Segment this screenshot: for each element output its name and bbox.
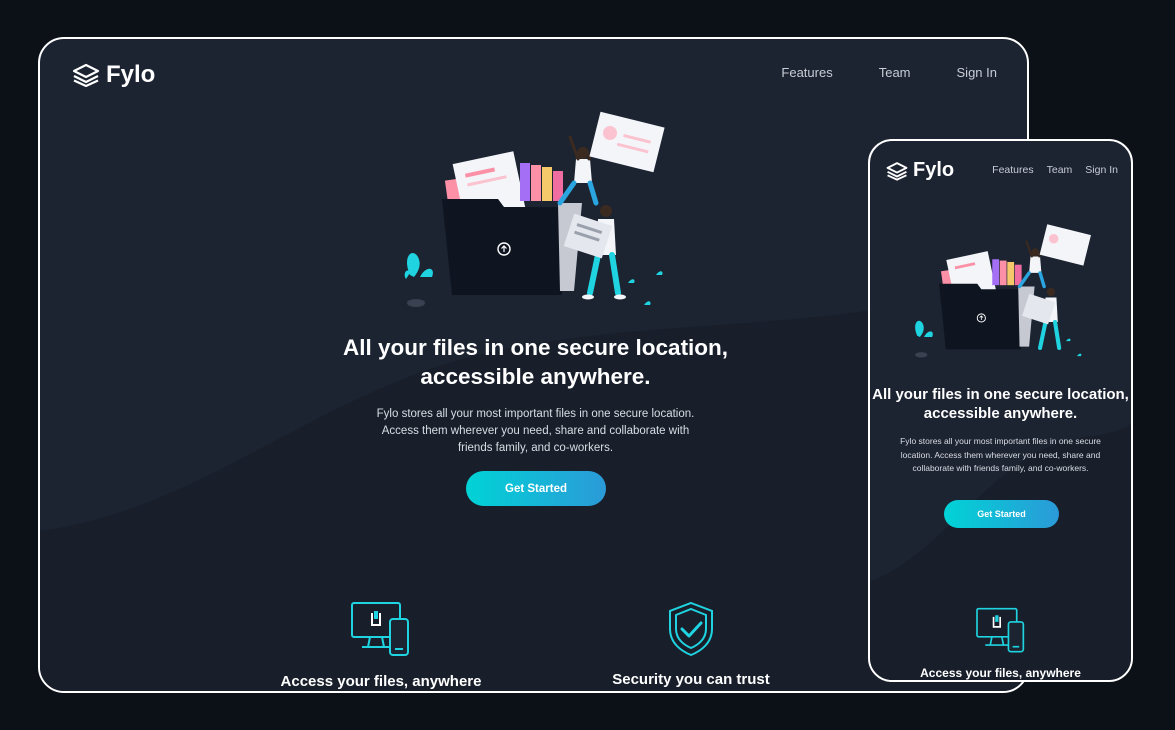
nav-link-features[interactable]: Features — [992, 164, 1033, 176]
main-nav: Features Team Sign In — [979, 164, 1118, 176]
nav-link-team[interactable]: Team — [879, 65, 911, 80]
mobile-mockup: Fylo Features Team Sign In All your file… — [868, 139, 1133, 682]
feature-title: Access your files, anywhere — [920, 666, 1081, 680]
hero-title-line-2: accessible anywhere. — [923, 405, 1078, 422]
hero-illustration — [915, 224, 1091, 358]
hero-title-line-1: All your files in one secure location, — [872, 386, 1129, 403]
feature-access-anywhere: Access your files, anywhere — [890, 607, 1111, 680]
feature-security: Security you can trust — [578, 601, 804, 688]
nav-link-team[interactable]: Team — [1047, 164, 1073, 176]
get-started-button[interactable]: Get Started — [944, 500, 1059, 528]
shield-check-icon — [669, 601, 713, 657]
hero-description: Fylo stores all your most important file… — [900, 436, 1101, 473]
hero-title-line-1: All your files in one secure location, — [342, 335, 729, 360]
hero-description-line-1: Fylo stores all your most important file… — [376, 408, 695, 420]
main-nav: Features Team Sign In — [735, 65, 997, 80]
get-started-button[interactable]: Get Started — [466, 471, 606, 506]
logo[interactable]: Fylo — [886, 159, 954, 182]
hero-description-line-3: friends family, and co-workers. — [457, 442, 614, 454]
hero-description-line-2: Access them wherever you need, share and… — [381, 425, 690, 437]
feature-title: Security you can trust — [612, 671, 770, 688]
hero-illustration — [404, 111, 665, 307]
logo[interactable]: Fylo — [72, 61, 155, 89]
nav-link-features[interactable]: Features — [781, 65, 832, 80]
nav-link-sign-in[interactable]: Sign In — [1085, 164, 1118, 176]
feature-title: Access your files, anywhere — [280, 673, 482, 690]
logo-text: Fylo — [913, 159, 955, 181]
hero-title-line-2: accessible anywhere. — [420, 364, 651, 389]
devices-icon — [351, 602, 409, 656]
hero-description: Fylo stores all your most important file… — [366, 406, 705, 457]
hero-title: All your files in one secure location, a… — [870, 385, 1131, 423]
logo-layers-icon — [72, 63, 100, 87]
logo-layers-icon — [886, 161, 908, 181]
devices-icon — [975, 607, 1024, 653]
feature-access-anywhere: Access your files, anywhere — [266, 601, 496, 690]
nav-link-sign-in[interactable]: Sign In — [957, 65, 997, 80]
logo-text: Fylo — [106, 61, 156, 88]
